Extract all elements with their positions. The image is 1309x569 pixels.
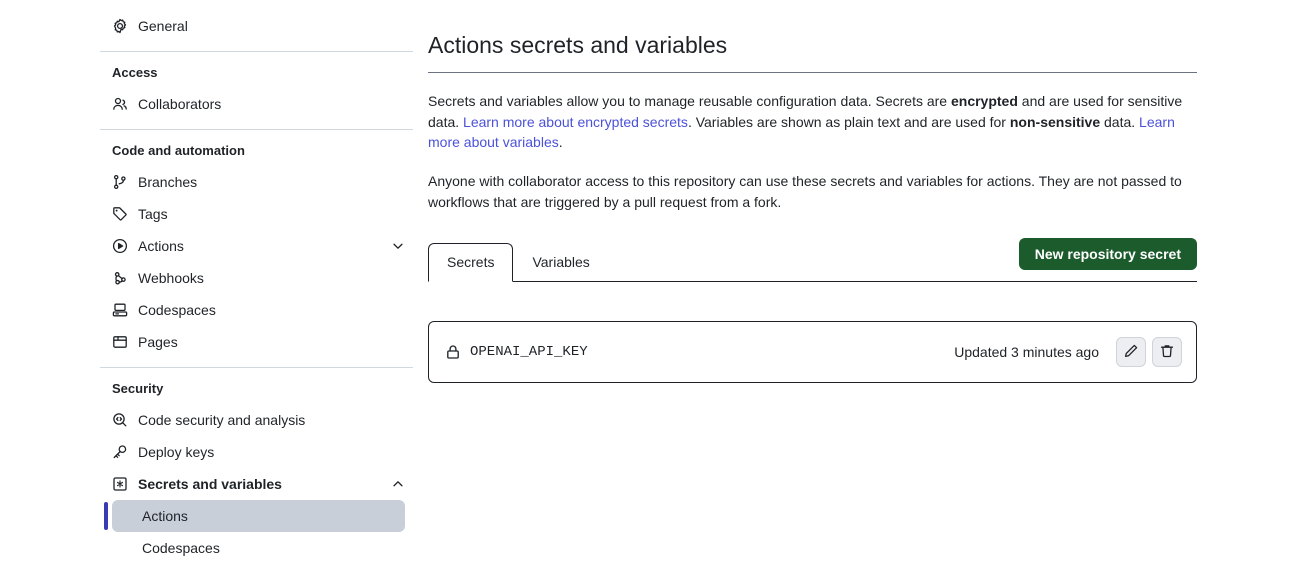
sidebar-item-label: Collaborators (138, 96, 222, 112)
chevron-down-icon[interactable] (390, 238, 406, 254)
sidebar-section-access: Access (112, 64, 158, 80)
people-icon (112, 96, 128, 112)
sidebar-item-tags[interactable]: Tags (100, 198, 414, 230)
sidebar-subitem-label: Actions (142, 508, 188, 524)
settings-page: General Access Collaborators Code and au… (0, 0, 1309, 569)
sidebar-item-label: Secrets and variables (138, 476, 282, 492)
tab-label: Secrets (447, 254, 495, 271)
sidebar-section-security: Security (112, 380, 164, 396)
desc-bold-encrypted: encrypted (950, 93, 1018, 110)
desc-text: . Variables are shown as plain text and … (687, 113, 1010, 130)
sidebar-section-code-and-automation: Code and automation (112, 142, 245, 158)
sidebar-item-label: Deploy keys (138, 444, 215, 460)
sidebar-item-label: General (138, 18, 188, 34)
tab-variables[interactable]: Variables (513, 243, 608, 282)
browser-icon (112, 334, 128, 350)
tab-label: Variables (532, 254, 590, 271)
sidebar-item-label: Branches (138, 174, 198, 190)
tab-secrets[interactable]: Secrets (428, 243, 514, 283)
sidebar-item-codespaces[interactable]: Codespaces (100, 294, 414, 326)
secret-name: OPENAI_API_KEY (470, 344, 588, 361)
play-circle-icon (112, 238, 128, 254)
secret-updated-timestamp: Updated 3 minutes ago (954, 344, 1099, 361)
desc-bold-non-sensitive: non-sensitive (1009, 113, 1101, 130)
sidebar-item-deploy-keys[interactable]: Deploy keys (100, 436, 414, 468)
desc-text: Secrets and variables allow you to manag… (428, 93, 951, 110)
main-content: Actions secrets and variables Secrets an… (428, 0, 1197, 384)
chevron-up-icon[interactable] (390, 476, 406, 492)
sidebar-item-label: Codespaces (138, 302, 216, 318)
settings-sidebar: General Access Collaborators Code and au… (100, 0, 414, 569)
secret-list-item: OPENAI_API_KEY Updated 3 minutes ago (428, 321, 1197, 384)
sidebar-divider (100, 51, 413, 52)
code-scan-icon (112, 412, 128, 428)
sidebar-divider (100, 367, 413, 368)
branch-icon (112, 174, 128, 190)
desc-text: data. (1100, 113, 1140, 130)
description-paragraph-2: Anyone with collaborator access to this … (428, 173, 1182, 210)
description-paragraph-1: Secrets and variables allow you to manag… (428, 91, 1197, 153)
sidebar-item-code-security-and-analysis[interactable]: Code security and analysis (100, 404, 414, 436)
page-title: Actions secrets and variables (428, 15, 1197, 74)
gear-icon (112, 18, 128, 34)
sidebar-item-secrets-actions[interactable]: Actions (104, 500, 405, 532)
sidebar-item-collaborators[interactable]: Collaborators (100, 88, 414, 120)
tag-icon (112, 206, 128, 222)
sidebar-subitem-label: Codespaces (142, 540, 220, 556)
pencil-icon (1123, 343, 1139, 362)
sidebar-item-secrets-codespaces[interactable]: Codespaces (112, 532, 405, 564)
codespaces-icon (112, 302, 128, 318)
sidebar-item-general[interactable]: General (100, 10, 414, 42)
sidebar-item-actions[interactable]: Actions (100, 230, 414, 262)
sidebar-divider (100, 129, 413, 130)
lock-icon (445, 344, 461, 360)
new-repository-secret-button[interactable]: New repository secret (1018, 238, 1197, 271)
sidebar-item-label: Code security and analysis (138, 412, 306, 428)
desc-text: . (558, 134, 563, 151)
tabs-row: Secrets Variables New repository secret (428, 238, 1197, 283)
sidebar-item-label: Actions (138, 238, 184, 254)
asterisk-box-icon (112, 476, 128, 492)
delete-secret-button[interactable] (1152, 337, 1182, 368)
tab-list: Secrets Variables (428, 243, 609, 283)
sidebar-item-label: Webhooks (138, 270, 204, 286)
sidebar-item-label: Tags (138, 206, 168, 222)
sidebar-item-secrets-and-variables[interactable]: Secrets and variables (100, 468, 414, 500)
sidebar-item-pages[interactable]: Pages (100, 326, 414, 358)
sidebar-item-label: Pages (138, 334, 178, 350)
key-icon (112, 444, 128, 460)
sidebar-item-branches[interactable]: Branches (100, 166, 414, 198)
link-encrypted-secrets[interactable]: Learn more about encrypted secrets (463, 114, 688, 130)
webhook-icon (112, 270, 128, 286)
edit-secret-button[interactable] (1116, 337, 1146, 368)
sidebar-item-webhooks[interactable]: Webhooks (100, 262, 414, 294)
trash-icon (1159, 343, 1175, 362)
